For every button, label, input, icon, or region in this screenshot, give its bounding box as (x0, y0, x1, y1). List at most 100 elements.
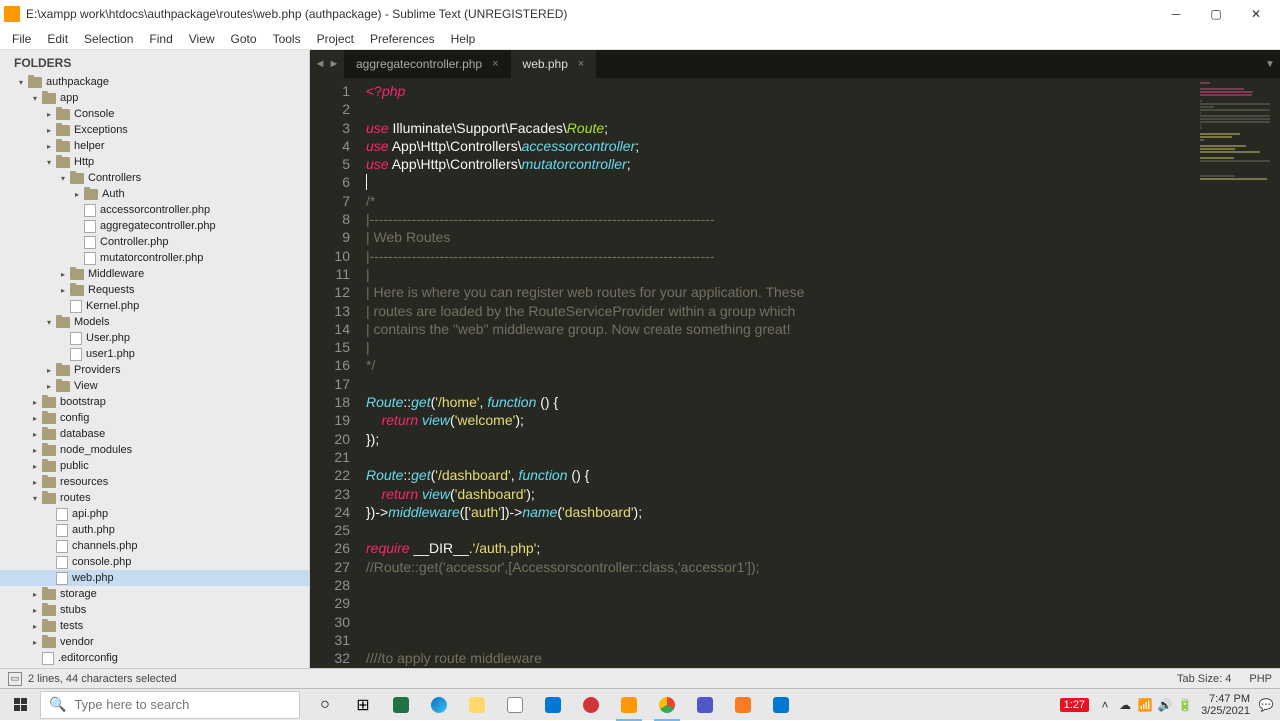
folder-app[interactable]: ▾app (0, 90, 309, 106)
twisty-icon[interactable]: ▸ (30, 429, 40, 439)
folder-storage[interactable]: ▸storage (0, 586, 309, 602)
notifications-icon[interactable]: 💬 (1256, 698, 1276, 712)
menu-edit[interactable]: Edit (39, 30, 76, 48)
panel-switcher-icon[interactable]: ▭ (8, 672, 22, 686)
folder-bootstrap[interactable]: ▸bootstrap (0, 394, 309, 410)
file-web-php[interactable]: web.php (0, 570, 309, 586)
twisty-icon[interactable]: ▸ (44, 365, 54, 375)
mail-icon[interactable] (534, 689, 572, 721)
twisty-icon[interactable]: ▸ (30, 461, 40, 471)
status-tab-size[interactable]: Tab Size: 4 (1177, 673, 1231, 685)
folder-models[interactable]: ▾Models (0, 314, 309, 330)
folder-requests[interactable]: ▸Requests (0, 282, 309, 298)
folder-node-modules[interactable]: ▸node_modules (0, 442, 309, 458)
search-input[interactable]: 🔍 Type here to search (40, 691, 300, 719)
folder-tests[interactable]: ▸tests (0, 618, 309, 634)
battery-icon[interactable]: 🔋 (1175, 698, 1195, 712)
code-content[interactable]: <?phpuse Illuminate\Support\Facades\Rout… (358, 78, 1280, 668)
tab-web-php[interactable]: web.php× (511, 50, 597, 78)
twisty-icon[interactable]: ▸ (30, 397, 40, 407)
menu-view[interactable]: View (181, 30, 223, 48)
twisty-icon[interactable]: ▸ (30, 413, 40, 423)
edge-icon[interactable] (420, 689, 458, 721)
file--env[interactable]: .env (0, 666, 309, 668)
folder-controllers[interactable]: ▾Controllers (0, 170, 309, 186)
menu-find[interactable]: Find (141, 30, 180, 48)
status-syntax[interactable]: PHP (1249, 673, 1272, 685)
menu-selection[interactable]: Selection (76, 30, 141, 48)
folder-auth[interactable]: ▸Auth (0, 186, 309, 202)
file-auth-php[interactable]: auth.php (0, 522, 309, 538)
folder-resources[interactable]: ▸resources (0, 474, 309, 490)
onedrive-icon[interactable]: ☁ (1115, 698, 1135, 712)
excel-icon[interactable] (382, 689, 420, 721)
menu-file[interactable]: File (4, 30, 39, 48)
explorer-icon[interactable] (458, 689, 496, 721)
file-user1-php[interactable]: user1.php (0, 346, 309, 362)
close-button[interactable]: ✕ (1236, 0, 1276, 28)
twisty-icon[interactable]: ▸ (58, 269, 68, 279)
menu-help[interactable]: Help (443, 30, 484, 48)
file-controller-php[interactable]: Controller.php (0, 234, 309, 250)
folder-tree[interactable]: ▾authpackage▾app▸Console▸Exceptions▸help… (0, 74, 309, 668)
twisty-icon[interactable]: ▾ (30, 493, 40, 503)
menu-preferences[interactable]: Preferences (362, 30, 443, 48)
folder-routes[interactable]: ▾routes (0, 490, 309, 506)
folder-helper[interactable]: ▸helper (0, 138, 309, 154)
tab-close-icon[interactable]: × (492, 58, 498, 70)
file-mutatorcontroller-php[interactable]: mutatorcontroller.php (0, 250, 309, 266)
twisty-icon[interactable]: ▾ (58, 173, 68, 183)
volume-icon[interactable]: 🔊 (1155, 698, 1175, 712)
file-channels-php[interactable]: channels.php (0, 538, 309, 554)
folder-http[interactable]: ▾Http (0, 154, 309, 170)
tab-aggregatecontroller-php[interactable]: aggregatecontroller.php× (344, 50, 511, 78)
snip-icon[interactable] (572, 689, 610, 721)
twisty-icon[interactable]: ▾ (16, 77, 26, 87)
code-editor[interactable]: 1234567891011121314151617181920212223242… (310, 78, 1280, 668)
twisty-icon[interactable]: ▸ (30, 621, 40, 631)
twisty-icon[interactable]: ▸ (30, 637, 40, 647)
clock[interactable]: 7:47 PM 3/25/2021 (1195, 693, 1256, 717)
tray-up-icon[interactable]: ˄ (1095, 698, 1115, 712)
twisty-icon[interactable]: ▸ (72, 189, 82, 199)
file-accessorcontroller-php[interactable]: accessorcontroller.php (0, 202, 309, 218)
file-api-php[interactable]: api.php (0, 506, 309, 522)
twisty-icon[interactable]: ▸ (44, 125, 54, 135)
twisty-icon[interactable]: ▸ (58, 285, 68, 295)
start-button[interactable] (0, 689, 40, 721)
twisty-icon[interactable]: ▸ (44, 109, 54, 119)
maximize-button[interactable]: ▢ (1196, 0, 1236, 28)
file--editorconfig[interactable]: .editorconfig (0, 650, 309, 666)
minimap[interactable] (1200, 78, 1280, 668)
cortana-icon[interactable]: ○ (306, 689, 344, 721)
file-kernel-php[interactable]: Kernel.php (0, 298, 309, 314)
vscode-icon[interactable] (762, 689, 800, 721)
task-view-icon[interactable]: ⊞ (344, 689, 382, 721)
file-user-php[interactable]: User.php (0, 330, 309, 346)
folder-authpackage[interactable]: ▾authpackage (0, 74, 309, 90)
wifi-icon[interactable]: 📶 (1135, 698, 1155, 712)
twisty-icon[interactable]: ▾ (30, 93, 40, 103)
twisty-icon[interactable]: ▸ (30, 589, 40, 599)
twisty-icon[interactable]: ▸ (30, 477, 40, 487)
tab-overflow-icon[interactable]: ▼ (1260, 50, 1280, 78)
minimize-button[interactable]: ─ (1156, 0, 1196, 28)
twisty-icon[interactable]: ▸ (30, 445, 40, 455)
tab-close-icon[interactable]: × (578, 58, 584, 70)
folder-console[interactable]: ▸Console (0, 106, 309, 122)
folder-view[interactable]: ▸View (0, 378, 309, 394)
folder-vendor[interactable]: ▸vendor (0, 634, 309, 650)
chrome-icon[interactable] (648, 689, 686, 721)
file-console-php[interactable]: console.php (0, 554, 309, 570)
store-icon[interactable] (496, 689, 534, 721)
file-aggregatecontroller-php[interactable]: aggregatecontroller.php (0, 218, 309, 234)
folder-providers[interactable]: ▸Providers (0, 362, 309, 378)
sublime-icon[interactable] (610, 689, 648, 721)
menu-project[interactable]: Project (309, 30, 362, 48)
xampp-icon[interactable] (724, 689, 762, 721)
teams-icon[interactable] (686, 689, 724, 721)
folder-exceptions[interactable]: ▸Exceptions (0, 122, 309, 138)
twisty-icon[interactable]: ▸ (30, 605, 40, 615)
twisty-icon[interactable]: ▸ (44, 141, 54, 151)
folder-middleware[interactable]: ▸Middleware (0, 266, 309, 282)
